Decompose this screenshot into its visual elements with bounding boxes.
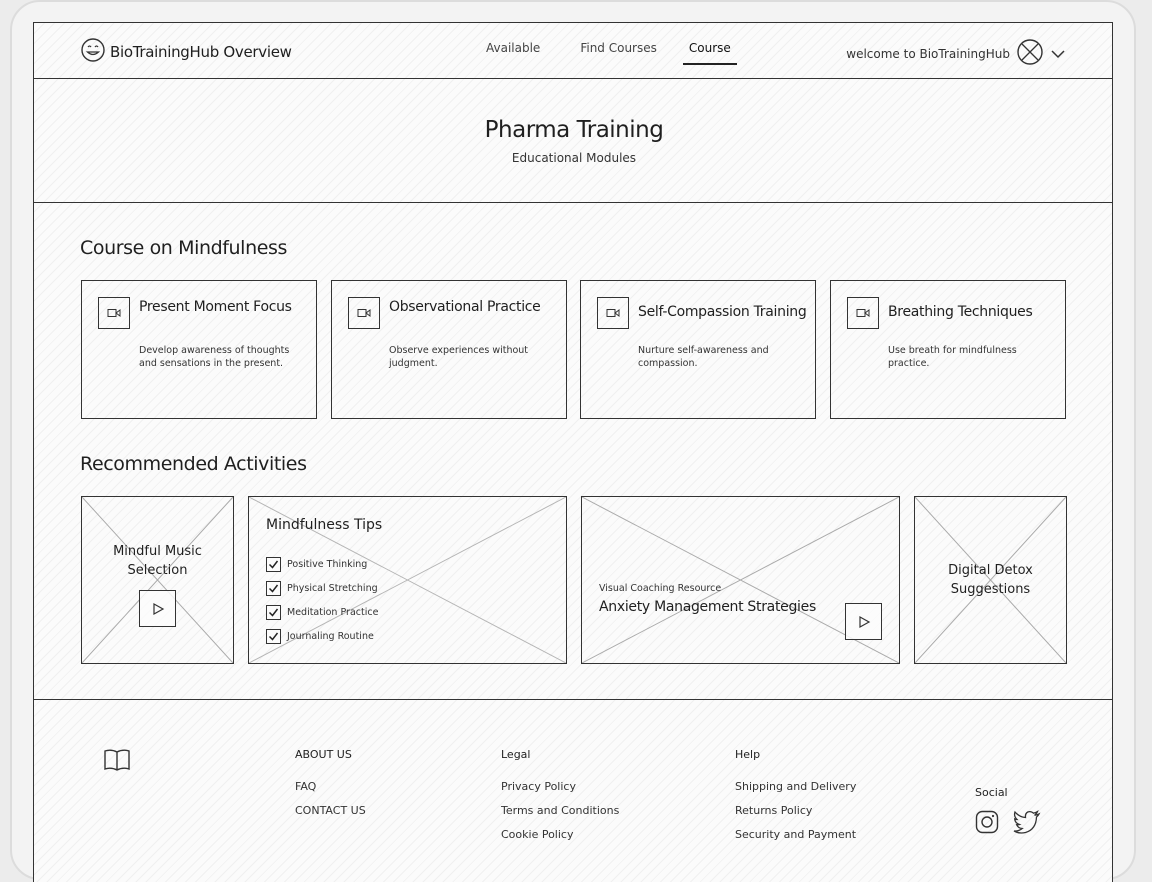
footer-link-security[interactable]: Security and Payment	[735, 828, 856, 852]
tip-item[interactable]: Physical Stretching	[266, 576, 378, 600]
main-nav: Available Find Courses Course	[466, 41, 737, 65]
resource-title: Anxiety Management Strategies	[599, 599, 816, 615]
tip-label: Journaling Routine	[287, 630, 374, 642]
nav-course[interactable]: Course	[682, 41, 737, 65]
mindfulness-tips-tile: Mindfulness Tips Positive Thinking Physi…	[248, 496, 567, 664]
avatar-placeholder-icon[interactable]	[1016, 38, 1044, 70]
nav-find-courses[interactable]: Find Courses	[560, 41, 677, 65]
mindfulness-tips-title: Mindfulness Tips	[266, 517, 383, 533]
play-button[interactable]	[139, 590, 176, 627]
welcome-text: welcome to BioTrainingHub	[846, 47, 1010, 61]
tip-item[interactable]: Journaling Routine	[266, 624, 378, 648]
app-title: BioTrainingHub Overview	[110, 43, 292, 61]
footer-link-returns[interactable]: Returns Policy	[735, 804, 856, 828]
course-card-title: Breathing Techniques	[888, 304, 1033, 320]
course-card[interactable]: Breathing Techniques Use breath for mind…	[830, 280, 1066, 419]
video-icon	[98, 297, 130, 329]
video-icon	[847, 297, 879, 329]
mindful-music-title: Mindful Music Selection	[113, 544, 202, 578]
footer-link-privacy[interactable]: Privacy Policy	[501, 780, 619, 804]
footer-heading: ABOUT US	[295, 748, 352, 761]
tip-label: Positive Thinking	[287, 558, 368, 570]
image-placeholder-icon	[82, 497, 233, 663]
play-icon	[152, 602, 164, 615]
hero-title: Pharma Training	[484, 117, 664, 143]
footer-about-column: ABOUT US FAQ CONTACT US	[295, 748, 366, 828]
tip-item[interactable]: Positive Thinking	[266, 552, 378, 576]
course-card-description: Use breath for mindfulness practice.	[888, 345, 1017, 369]
course-card[interactable]: Present Moment Focus Develop awareness o…	[81, 280, 317, 419]
footer: ABOUT US FAQ CONTACT US Legal Privacy Po…	[34, 699, 1112, 882]
resource-label: Visual Coaching Resource	[599, 583, 722, 594]
instagram-icon[interactable]	[975, 810, 999, 838]
activities-section-title: Recommended Activities	[80, 453, 307, 475]
course-card-title: Observational Practice	[389, 299, 541, 315]
chevron-down-icon[interactable]	[1050, 45, 1066, 64]
play-icon	[858, 615, 870, 628]
footer-link-terms[interactable]: Terms and Conditions	[501, 804, 619, 828]
course-card[interactable]: Self-Compassion Training Nurture self-aw…	[580, 280, 816, 419]
digital-detox-title: Digital Detox Suggestions	[948, 563, 1033, 597]
twitter-icon[interactable]	[1013, 810, 1041, 838]
footer-heading: Legal	[501, 748, 531, 761]
footer-heading: Social	[975, 786, 1008, 799]
tip-label: Physical Stretching	[287, 582, 378, 594]
book-icon	[103, 748, 131, 778]
checkbox-checked[interactable]	[266, 604, 281, 620]
hero-banner: Pharma Training Educational Modules	[34, 79, 1112, 203]
brand-logo[interactable]: BioTrainingHub Overview	[80, 37, 292, 67]
footer-link-shipping[interactable]: Shipping and Delivery	[735, 780, 856, 804]
top-navigation-bar: BioTrainingHub Overview Available Find C…	[34, 23, 1112, 79]
app-window: BioTrainingHub Overview Available Find C…	[33, 22, 1113, 882]
checkbox-checked[interactable]	[266, 556, 281, 572]
course-card-title: Present Moment Focus	[139, 299, 292, 315]
course-card-description: Nurture self-awareness and compassion.	[638, 345, 769, 369]
footer-link-contact[interactable]: CONTACT US	[295, 804, 366, 828]
visual-resource-tile[interactable]: Visual Coaching Resource Anxiety Managem…	[581, 496, 900, 664]
tip-label: Meditation Practice	[287, 606, 379, 618]
video-icon	[597, 297, 629, 329]
footer-social-column: Social	[975, 786, 1041, 838]
tips-checklist: Positive Thinking Physical Stretching Me…	[266, 552, 378, 648]
play-button[interactable]	[845, 603, 882, 640]
checkbox-checked[interactable]	[266, 580, 281, 596]
user-menu[interactable]: welcome to BioTrainingHub	[846, 38, 1066, 70]
hero-subtitle: Educational Modules	[511, 151, 637, 165]
footer-legal-column: Legal Privacy Policy Terms and Condition…	[501, 748, 619, 852]
course-card-description: Develop awareness of thoughts and sensat…	[139, 345, 290, 369]
footer-link-cookie[interactable]: Cookie Policy	[501, 828, 619, 852]
mindful-music-tile[interactable]: Mindful Music Selection	[81, 496, 234, 664]
footer-help-column: Help Shipping and Delivery Returns Polic…	[735, 748, 856, 852]
footer-link-faq[interactable]: FAQ	[295, 780, 366, 804]
course-card-description: Observe experiences without judgment.	[389, 345, 529, 369]
video-icon	[348, 297, 380, 329]
checkbox-checked[interactable]	[266, 628, 281, 644]
smiley-logo-icon	[80, 37, 106, 67]
courses-section-title: Course on Mindfulness	[80, 237, 287, 259]
course-card[interactable]: Observational Practice Observe experienc…	[331, 280, 567, 419]
course-card-title: Self-Compassion Training	[638, 304, 807, 320]
tip-item[interactable]: Meditation Practice	[266, 600, 378, 624]
digital-detox-tile[interactable]: Digital Detox Suggestions	[914, 496, 1067, 664]
footer-heading: Help	[735, 748, 761, 761]
nav-available[interactable]: Available	[466, 41, 560, 65]
